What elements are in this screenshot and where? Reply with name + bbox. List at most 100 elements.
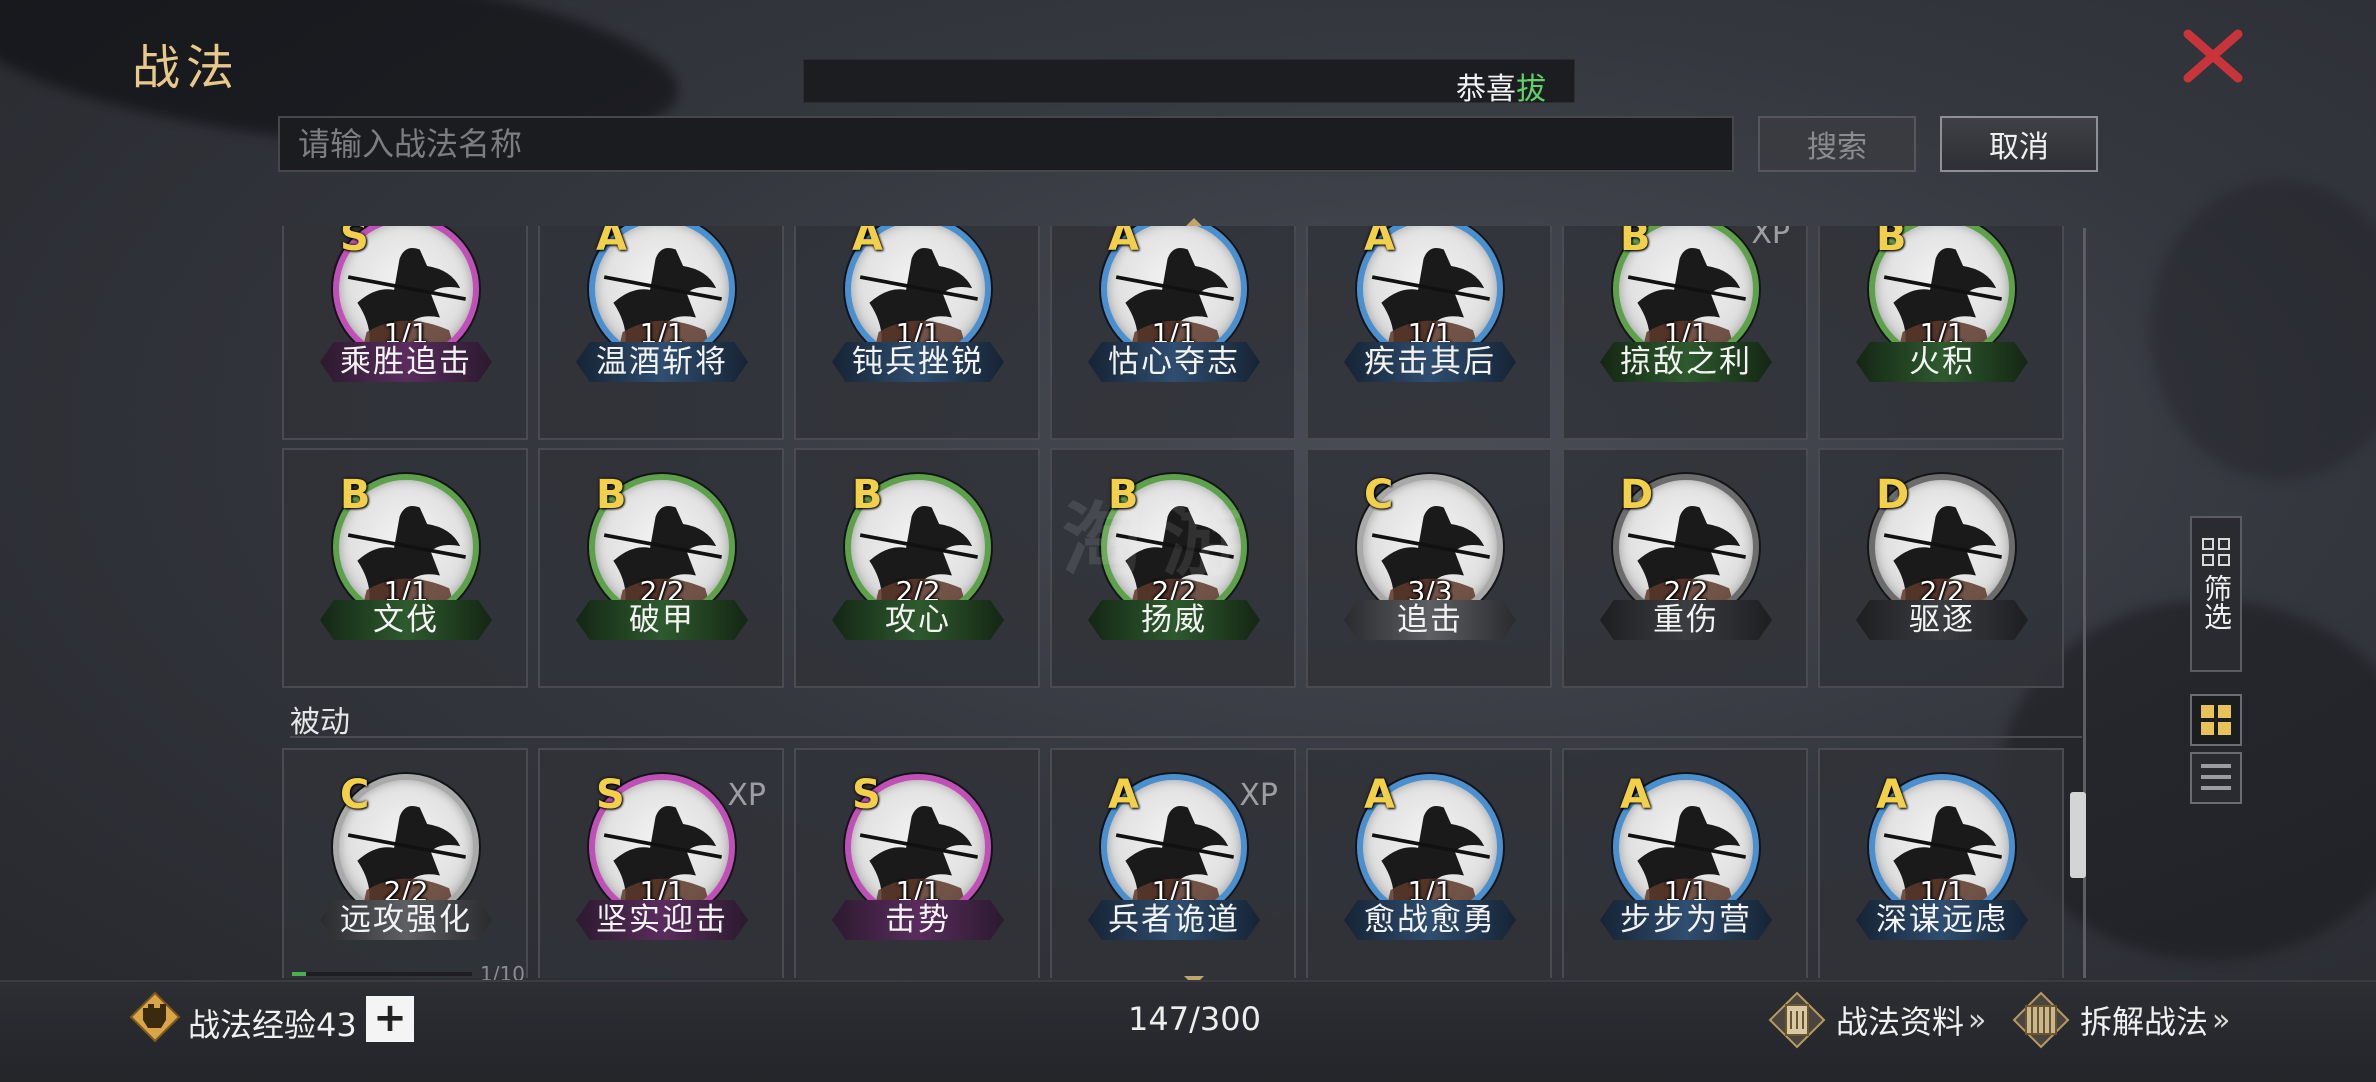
tactic-name: 兵者诡道	[1088, 900, 1260, 940]
section-label-passive: 被动	[290, 705, 350, 740]
tactic-name: 疾击其后	[1344, 342, 1516, 382]
filter-label: 筛选	[2200, 574, 2233, 630]
tactic-grade: A	[1876, 772, 1907, 818]
tactic-name: 怙心夺志	[1088, 342, 1260, 382]
tactic-name: 乘胜追击	[320, 342, 492, 382]
list-view-toggle[interactable]	[2190, 752, 2242, 804]
scrollbar-thumb[interactable]	[2070, 792, 2086, 878]
progress-bar-fill	[292, 972, 307, 976]
tactic-card[interactable]: 2/2 C 远攻强化	[282, 748, 528, 978]
tactic-card[interactable]: 1/1 S XP 坚实迎击	[538, 748, 784, 978]
chevron-right-icon: »	[2212, 1002, 2231, 1038]
tactic-card[interactable]: 1/1 B 文伐	[282, 448, 528, 688]
tactic-grade: B	[1108, 472, 1139, 518]
tactic-card[interactable]: 1/1 B 火积	[1818, 226, 2064, 440]
tactic-card[interactable]: 1/1 S 击势	[794, 748, 1040, 978]
tactic-card[interactable]: 1/1 A 深谋远虑	[1818, 748, 2064, 978]
tactic-card[interactable]: 1/1 A 疾击其后	[1306, 226, 1552, 440]
close-icon	[2183, 29, 2243, 83]
tactic-grade: C	[1364, 472, 1394, 518]
tactic-grade: A	[1364, 226, 1395, 260]
filter-grid-icon	[2202, 538, 2230, 566]
tactic-card[interactable]: 1/1 A 钝兵挫锐	[794, 226, 1040, 440]
xp-badge: XP	[727, 778, 766, 813]
tactic-card[interactable]: 2/2 B 破甲	[538, 448, 784, 688]
tactic-grade: A	[852, 226, 883, 260]
tactic-name: 追击	[1344, 600, 1516, 640]
tactic-card[interactable]: 1/1 A 步步为营	[1562, 748, 1808, 978]
bamboo-scroll-icon	[2012, 991, 2070, 1049]
tactic-name: 愈战愈勇	[1344, 900, 1516, 940]
chevron-right-icon: »	[1968, 1002, 1987, 1038]
tactic-name: 温酒斩将	[576, 342, 748, 382]
tactic-grade: B	[852, 472, 883, 518]
grid-view-toggle[interactable]	[2190, 694, 2242, 746]
tactic-grade: B	[596, 472, 627, 518]
search-field[interactable]	[278, 116, 1734, 172]
tactic-name: 火积	[1856, 342, 2028, 382]
tactic-name: 驱逐	[1856, 600, 2028, 640]
tactic-grade: S	[340, 226, 369, 260]
xp-badge: XP	[1751, 226, 1790, 251]
tactic-grade: B	[1876, 226, 1907, 260]
scroll-book-icon	[1768, 991, 1826, 1049]
tactic-card[interactable]: 1/1 A 愈战愈勇	[1306, 748, 1552, 978]
tactic-name: 深谋远虑	[1856, 900, 2028, 940]
tactic-grade: S	[596, 772, 625, 818]
tactic-name: 钝兵挫锐	[832, 342, 1004, 382]
tactic-card[interactable]: 2/2 B 攻心	[794, 448, 1040, 688]
tactic-card[interactable]: 2/2 D 重伤	[1562, 448, 1808, 688]
tactic-name: 扬威	[1088, 600, 1260, 640]
announcement-banner: 恭喜拔	[803, 59, 1575, 103]
close-button[interactable]	[2180, 26, 2246, 86]
tactic-name: 破甲	[576, 600, 748, 640]
tactic-grade: D	[1620, 472, 1654, 518]
tactic-name: 掠敌之利	[1600, 342, 1772, 382]
tactic-name: 攻心	[832, 600, 1004, 640]
tactic-grade: B	[340, 472, 371, 518]
tactic-grade: D	[1876, 472, 1910, 518]
dismantle-tactic-link[interactable]: 拆解战法 »	[2012, 990, 2230, 1050]
tactic-exp-label: 战法经验43	[188, 1006, 357, 1044]
tactic-card[interactable]: 2/2 D 驱逐	[1818, 448, 2064, 688]
announcement-text: 恭喜拔	[1456, 64, 1546, 103]
announcement-highlight: 拔	[1516, 72, 1546, 103]
tactic-info-label: 战法资料	[1836, 1003, 1965, 1041]
cancel-button[interactable]: 取消	[1940, 116, 2098, 172]
tactic-name: 击势	[832, 900, 1004, 940]
tactic-card[interactable]: 2/2 B 扬威	[1050, 448, 1296, 688]
tactic-name: 坚实迎击	[576, 900, 748, 940]
dismantle-tactic-label: 拆解战法	[2080, 1003, 2209, 1041]
tactic-card[interactable]: 1/1 A 怙心夺志	[1050, 226, 1296, 440]
tactic-count: 147/300	[1128, 1000, 1261, 1038]
tactic-card[interactable]: 3/3 C 追击	[1306, 448, 1552, 688]
list-view-icon	[2201, 764, 2231, 768]
tactic-grade: B	[1620, 226, 1651, 260]
filter-button[interactable]: 筛选	[2190, 516, 2242, 672]
tactics-grid: 1/1 S 乘胜追击 1/1 A 温酒斩将 1/1 A 钝兵挫锐 1/1 A 怙心夺志 1/1 A 疾击其后…	[282, 226, 2082, 978]
tactic-card[interactable]: 1/1 A XP 兵者诡道	[1050, 748, 1296, 978]
tactic-grade: A	[1620, 772, 1651, 818]
announcement-prefix: 恭喜	[1456, 72, 1516, 103]
tactic-name: 重伤	[1600, 600, 1772, 640]
section-divider	[290, 736, 2082, 738]
tactic-name: 远攻强化	[320, 900, 492, 940]
tactic-name: 步步为营	[1600, 900, 1772, 940]
tactic-card[interactable]: 1/1 A 温酒斩将	[538, 226, 784, 440]
tactic-card[interactable]: 1/1 B XP 掠敌之利	[1562, 226, 1808, 440]
grid-view-icon	[2201, 705, 2214, 718]
search-button[interactable]: 搜索	[1758, 116, 1916, 172]
tactic-grade: C	[340, 772, 370, 818]
tactic-grade: A	[1108, 772, 1139, 818]
tactic-grade: A	[596, 226, 627, 260]
page-title: 战法	[132, 40, 241, 96]
progress-bar	[292, 972, 472, 976]
search-input[interactable]	[280, 118, 1732, 170]
xp-badge: XP	[1239, 778, 1278, 813]
tactic-exp-icon	[129, 991, 181, 1043]
tactic-info-link[interactable]: 战法资料 »	[1768, 990, 1986, 1050]
tactic-card[interactable]: 1/1 S 乘胜追击	[282, 226, 528, 440]
add-exp-button[interactable]: +	[366, 996, 414, 1042]
tactic-grade: A	[1364, 772, 1395, 818]
tactic-name: 文伐	[320, 600, 492, 640]
